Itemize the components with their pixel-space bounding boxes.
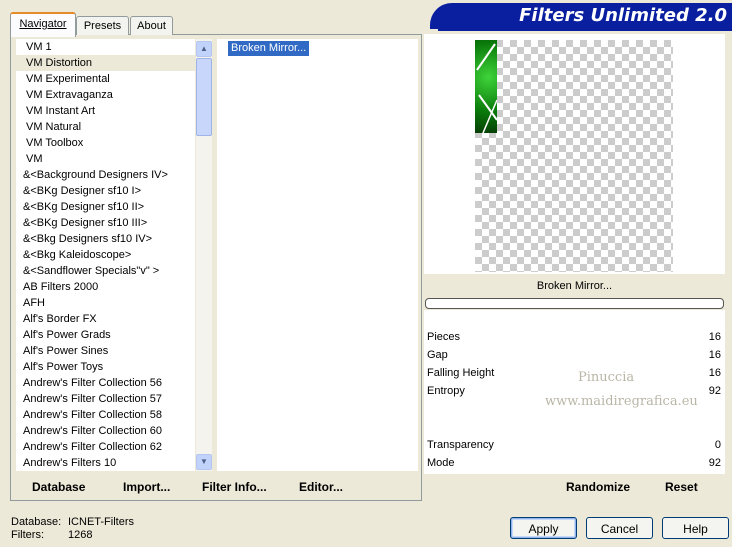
param-label: Transparency: [427, 439, 494, 451]
status-database-value: ICNET-Filters: [68, 516, 134, 528]
category-item[interactable]: Andrew's Filter Collection 57: [16, 391, 195, 407]
category-item[interactable]: Andrew's Filter Collection 60: [16, 423, 195, 439]
database-button[interactable]: Database: [32, 480, 85, 494]
param-value: 0: [714, 439, 721, 451]
category-item[interactable]: Alf's Power Grads: [16, 327, 195, 343]
param-label: Mode: [427, 457, 455, 469]
category-item[interactable]: VM Toolbox: [16, 135, 195, 151]
parameter-panel: Pieces 16 Gap 16 Falling Height 16 Entro…: [424, 310, 725, 474]
filter-info-button[interactable]: Filter Info...: [202, 480, 267, 494]
param-value: 16: [708, 349, 721, 361]
param-row-mode[interactable]: Mode 92: [424, 454, 725, 472]
category-item[interactable]: VM Natural: [16, 119, 195, 135]
filter-list[interactable]: Broken Mirror...: [217, 39, 418, 471]
category-item[interactable]: &<BKg Designer sf10 I>: [16, 183, 195, 199]
category-item[interactable]: &<Bkg Kaleidoscope>: [16, 247, 195, 263]
filter-item[interactable]: Broken Mirror...: [228, 41, 310, 56]
param-row-falling-height[interactable]: Falling Height 16: [424, 364, 725, 382]
param-value: 16: [708, 331, 721, 343]
param-value: 16: [708, 367, 721, 379]
category-item[interactable]: Andrew's Filter Collection 62: [16, 439, 195, 455]
param-label: Gap: [427, 349, 448, 361]
preview-green-fragment: [475, 40, 497, 133]
status-filters-value: 1268: [68, 529, 93, 541]
category-list[interactable]: VM 1 VM Distortion VM Experimental VM Extra…: [16, 39, 195, 471]
status-filters: Filters: 1268: [11, 529, 92, 541]
status-database-label: Database:: [11, 516, 62, 528]
status-filters-label: Filters:: [11, 529, 44, 541]
category-item[interactable]: &<BKg Designer sf10 II>: [16, 199, 195, 215]
category-item[interactable]: &<Bkg Designers sf10 IV>: [16, 231, 195, 247]
param-row-transparency[interactable]: Transparency 0: [424, 436, 725, 454]
scroll-down-button[interactable]: ▼: [196, 454, 212, 470]
param-row-empty-2: [424, 418, 725, 436]
watermark-name: Pinuccia: [578, 370, 635, 385]
category-item[interactable]: Alf's Power Sines: [16, 343, 195, 359]
category-item[interactable]: Andrew's Filter Collection 56: [16, 375, 195, 391]
category-item[interactable]: &<Background Designers IV>: [16, 167, 195, 183]
tab-presets[interactable]: Presets: [76, 16, 129, 35]
category-item[interactable]: &<BKg Designer sf10 III>: [16, 215, 195, 231]
cancel-button[interactable]: Cancel: [586, 517, 653, 539]
help-button[interactable]: Help: [662, 517, 729, 539]
category-item[interactable]: AFH: [16, 295, 195, 311]
category-item[interactable]: Andrew's Filter Collection 58: [16, 407, 195, 423]
scroll-thumb[interactable]: [196, 58, 212, 136]
param-label: Falling Height: [427, 367, 495, 379]
category-item[interactable]: AB Filters 2000: [16, 279, 195, 295]
category-item[interactable]: VM Instant Art: [16, 103, 195, 119]
category-item[interactable]: Alf's Power Toys: [16, 359, 195, 375]
apply-button[interactable]: Apply: [510, 517, 577, 539]
category-scrollbar[interactable]: ▲ ▼: [196, 39, 212, 471]
category-item[interactable]: VM Extravaganza: [16, 87, 195, 103]
preview-image[interactable]: [475, 40, 673, 272]
progress-bar: [425, 298, 724, 309]
tab-about[interactable]: About: [130, 16, 173, 35]
category-item[interactable]: Alf's Border FX: [16, 311, 195, 327]
tab-navigator-label: Navigator: [19, 18, 67, 30]
watermark-url: www.maidiregrafica.eu: [545, 394, 698, 409]
status-database: Database: ICNET-Filters: [11, 516, 134, 528]
editor-button[interactable]: Editor...: [299, 480, 343, 494]
param-value: 92: [708, 457, 721, 469]
reset-button[interactable]: Reset: [665, 480, 698, 494]
category-item[interactable]: VM Experimental: [16, 71, 195, 87]
scroll-up-button[interactable]: ▲: [196, 41, 212, 57]
category-item[interactable]: VM 1: [16, 39, 195, 55]
tab-navigator[interactable]: Navigator: [10, 12, 76, 37]
app-title: Filters Unlimited 2.0: [519, 5, 727, 26]
category-item[interactable]: VM Distortion: [16, 55, 195, 71]
param-row-pieces[interactable]: Pieces 16: [424, 328, 725, 346]
import-button[interactable]: Import...: [123, 480, 170, 494]
randomize-button[interactable]: Randomize: [566, 480, 630, 494]
category-item[interactable]: &<Sandflower Specials"v" >: [16, 263, 195, 279]
category-item[interactable]: VM: [16, 151, 195, 167]
param-label: Pieces: [427, 331, 461, 343]
param-value: 92: [708, 385, 721, 397]
param-label: Entropy: [427, 385, 465, 397]
param-row-gap[interactable]: Gap 16: [424, 346, 725, 364]
selected-filter-name: Broken Mirror...: [424, 275, 725, 297]
category-item[interactable]: Andrew's Filters 10: [16, 455, 195, 471]
